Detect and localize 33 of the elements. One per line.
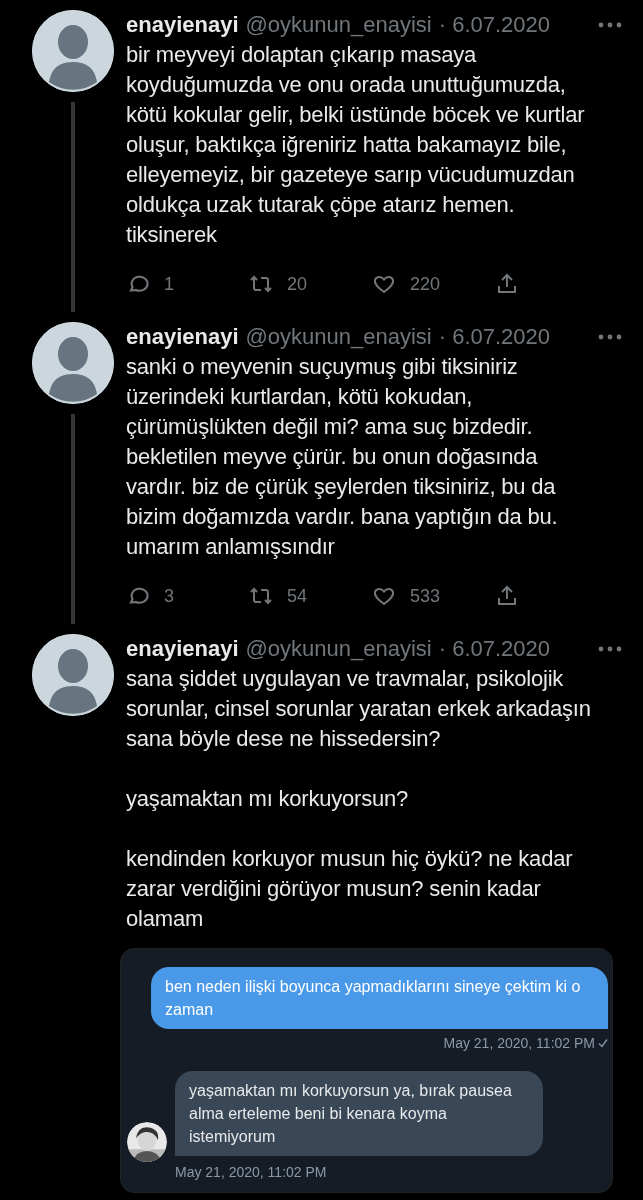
- like-count: 533: [410, 585, 441, 607]
- reply-count: 1: [164, 273, 174, 295]
- avatar[interactable]: [32, 322, 114, 404]
- more-icon[interactable]: [597, 645, 623, 653]
- reply-count: 3: [164, 585, 174, 607]
- avatar[interactable]: [32, 10, 114, 92]
- display-name[interactable]: enayienayi: [126, 324, 239, 350]
- user-handle[interactable]: @oykunun_enayisi: [245, 12, 432, 38]
- more-icon[interactable]: [597, 21, 623, 29]
- tweet-date[interactable]: · 6.07.2020: [438, 324, 551, 350]
- more-icon[interactable]: [597, 333, 623, 341]
- retweet-count: 54: [287, 585, 308, 607]
- tweet-text: sana şiddet uygulayan ve travmalar, psikolojik sorunlar, cinsel sorunlar yaratan erkek arkadaşın sana böyle dese ne hissedersin?: [126, 665, 592, 753]
- tweet-text: sanki o meyvenin suçuymuş gibi tiksiniriz üzerindeki kurtlardan, kötü kokudan, çürümüşlükten değil mi? ama suç bizdedir. bekletilen meyve çürür. bu onun doğasında vardır. biz de çürük şeylerden tiksiniriz, bu da bizim doğamızda vardır. bana yaptığın da bu. umarım anlamışsındır: [126, 353, 559, 561]
- avatar[interactable]: [32, 634, 114, 716]
- share-icon[interactable]: [495, 584, 519, 608]
- tweet-text: yaşamaktan mı korkuyorsun?: [126, 785, 410, 813]
- received-message-bubble: yaşamaktan mı korkuyorsun ya, bırak pausea alma erteleme beni bi kenara koyma istemiyorum: [175, 1071, 543, 1156]
- user-handle[interactable]: @oykunun_enayisi: [245, 324, 432, 350]
- tweet-date[interactable]: · 6.07.2020: [438, 636, 551, 662]
- tweet-text: kendinden korkuyor musun hiç öykü? ne kadar zarar verdiğini görüyor musun? senin kadar olamam: [126, 845, 574, 933]
- message-time: May 21, 2020, 11:02 PM: [443, 1035, 595, 1051]
- tweet-date[interactable]: · 6.07.2020: [438, 12, 551, 38]
- display-name[interactable]: enayienayi: [126, 636, 239, 662]
- user-handle[interactable]: @oykunun_enayisi: [245, 636, 432, 662]
- sent-message-bubble: ben neden ilişki boyunca yapmadıklarını sineye çektim ki o zaman: [151, 967, 608, 1029]
- message-time: May 21, 2020, 11:02 PM: [175, 1164, 327, 1180]
- like-count: 220: [410, 273, 441, 295]
- display-name[interactable]: enayienayi: [126, 12, 239, 38]
- tweet-text: bir meyveyi dolaptan çıkarıp masaya koyduğumuzda ve onu orada unuttuğumuzda, kötü kokular gelir, belki üstünde böcek ve kurtlar oluşur, baktıkça iğreniriz hatta bakamayız bile, elleyemeyiz, bir gazeteye sarıp vücudumuzdan oldukça uzak tutarak çöpe atarız hemen. tiksinerek: [126, 41, 586, 249]
- share-icon[interactable]: [495, 272, 519, 296]
- retweet-count: 20: [287, 273, 308, 295]
- message-screenshot[interactable]: ben neden ilişki boyunca yapmadıklarını sineye çektim ki o zaman May 21, 2020, 11:02 PM yaşamaktan mı korkuyorsun ya, bırak pausea alma erteleme beni bi kenara koyma istemiyorum May 21, 2020, 11:02 PM: [120, 948, 613, 1193]
